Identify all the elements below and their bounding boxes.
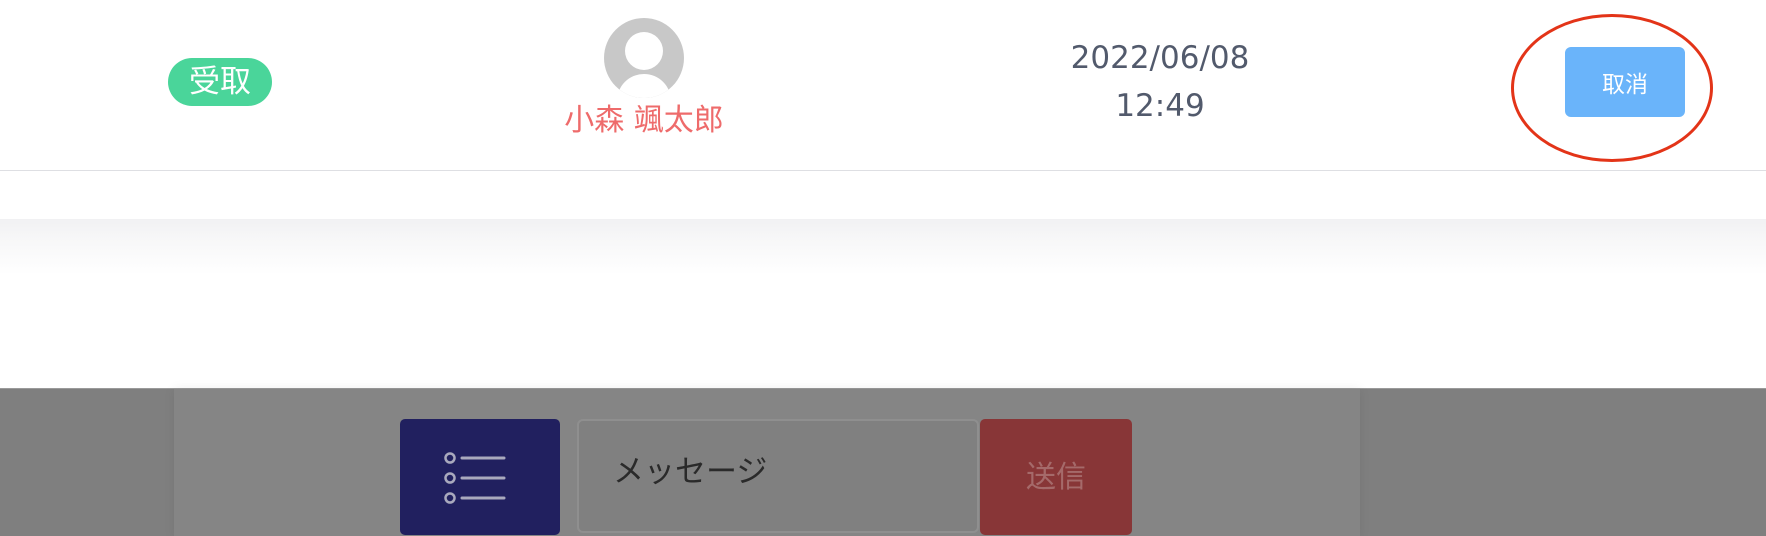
list-icon: [444, 452, 506, 504]
order-time: 12:49: [1115, 88, 1205, 124]
dimmed-overlay: 送信: [0, 388, 1766, 536]
menu-button[interactable]: [400, 419, 560, 535]
cancel-button[interactable]: 取消: [1565, 47, 1685, 117]
status-badge: 受取: [168, 58, 272, 106]
message-input[interactable]: [577, 419, 979, 533]
order-row: 受取 小森 颯太郎 2022/06/08 12:49 取消: [0, 0, 1766, 171]
send-button[interactable]: 送信: [980, 419, 1132, 535]
page: 受取 小森 颯太郎 2022/06/08 12:49 取消 送信: [0, 0, 1766, 536]
content-area: [0, 219, 1766, 388]
avatar-icon: [604, 18, 684, 98]
user-name: 小森 颯太郎: [564, 103, 724, 138]
avatar-body: [617, 74, 671, 98]
blank-band: [0, 171, 1766, 219]
avatar-head: [625, 32, 663, 70]
order-date: 2022/06/08: [1070, 40, 1250, 76]
